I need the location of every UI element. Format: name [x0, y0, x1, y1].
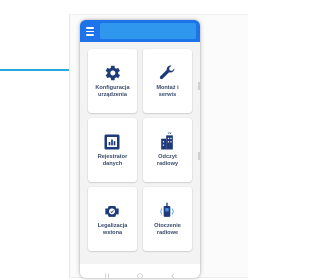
tile-label: Rejestrator danych: [97, 154, 128, 167]
gear-icon: [102, 63, 122, 83]
tile-label: Odczyt radiowy: [156, 154, 179, 167]
tile-legalization[interactable]: Legalizacja wstona: [88, 187, 137, 251]
tile-label: Montaż i serwis: [156, 85, 179, 98]
tile-radio-environment[interactable]: Otoczenie radiowe: [143, 187, 192, 251]
wrench-icon: [157, 63, 177, 83]
scroll-indicator: [198, 82, 200, 90]
recents-icon[interactable]: [103, 267, 111, 278]
radio-device-icon: [157, 201, 177, 221]
meter-icon: [102, 201, 122, 221]
tile-label: Konfiguracja urządzenia: [95, 85, 130, 98]
data-logger-icon: [102, 132, 122, 152]
tile-device-config[interactable]: Konfiguracja urządzenia: [88, 49, 137, 113]
scroll-indicator: [198, 152, 200, 160]
app-bar: [80, 20, 200, 42]
back-icon[interactable]: [169, 267, 177, 278]
tile-installation-service[interactable]: Montaż i serwis: [143, 49, 192, 113]
tile-radio-reading[interactable]: Odczyt radiowy: [143, 118, 192, 182]
tile-grid: Konfiguracjaurządzenia Montaż iserwis: [80, 42, 200, 264]
phone-screen: Konfiguracjaurządzenia Montaż iserwis: [80, 20, 200, 278]
tile-label: Otoczenie radiowe: [154, 223, 181, 236]
building-icon: [157, 132, 177, 152]
app-bar-title: [100, 23, 196, 39]
tile-label: Legalizacja wstona: [97, 223, 128, 236]
connector-line: [0, 69, 70, 71]
system-navbar: [80, 264, 200, 278]
home-icon[interactable]: [136, 267, 144, 278]
tile-data-logger[interactable]: Rejestrator danych: [88, 118, 137, 182]
hamburger-icon[interactable]: [83, 24, 97, 38]
